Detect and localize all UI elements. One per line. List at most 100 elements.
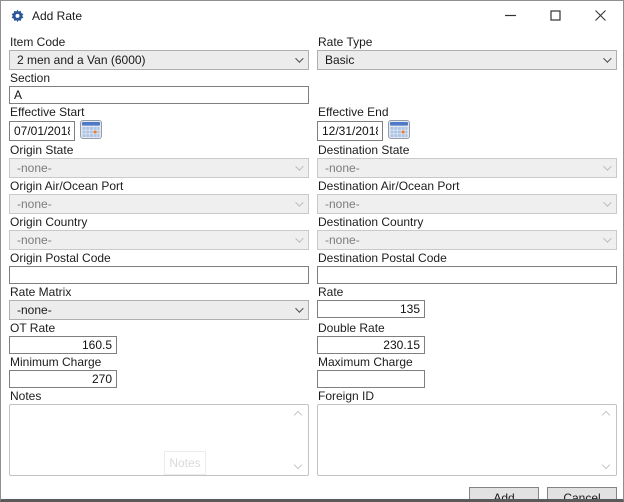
foreign-id-textarea-frame [317, 404, 617, 476]
chevron-down-icon [295, 234, 303, 242]
add-rate-dialog: Add Rate Item Code [0, 0, 624, 502]
notes-label: Notes [10, 389, 309, 403]
field-ot-rate: OT Rate [9, 320, 309, 354]
destination-state-label: Destination State [318, 143, 617, 157]
maximize-button[interactable] [533, 1, 578, 31]
chevron-down-icon [295, 162, 303, 170]
minimize-icon [505, 9, 516, 24]
effective-end-input[interactable] [317, 121, 383, 141]
scroll-down-icon[interactable] [294, 461, 302, 469]
destination-port-select: -none- [317, 194, 617, 214]
destination-postal-input[interactable] [317, 266, 617, 284]
origin-postal-label: Origin Postal Code [10, 251, 309, 265]
item-code-label: Item Code [10, 35, 309, 49]
effective-end-calendar-button[interactable] [388, 120, 410, 142]
field-origin-country: Origin Country -none- [9, 214, 309, 250]
section-input[interactable] [9, 86, 309, 104]
origin-state-label: Origin State [10, 143, 309, 157]
origin-port-select: -none- [9, 194, 309, 214]
foreign-id-label: Foreign ID [318, 389, 617, 403]
destination-state-value: -none- [325, 161, 360, 175]
field-notes: Notes [9, 388, 309, 476]
window-title: Add Rate [32, 9, 82, 23]
origin-state-value: -none- [17, 161, 52, 175]
origin-country-select: -none- [9, 230, 309, 250]
item-code-value: 2 men and a Van (6000) [17, 53, 146, 67]
chevron-down-icon [295, 198, 303, 206]
field-destination-country: Destination Country -none- [317, 214, 617, 250]
maximum-charge-input[interactable] [317, 370, 425, 388]
scroll-up-icon[interactable] [294, 411, 302, 419]
item-code-select[interactable]: 2 men and a Van (6000) [9, 50, 309, 70]
field-destination-postal: Destination Postal Code [317, 250, 617, 284]
field-foreign-id: Foreign ID [317, 388, 617, 476]
rate-input[interactable] [317, 300, 425, 318]
field-effective-end: Effective End [317, 104, 617, 142]
scroll-down-icon[interactable] [602, 461, 610, 469]
dialog-buttons: Add Cancel [317, 487, 617, 502]
double-rate-input[interactable] [317, 336, 425, 354]
ot-rate-label: OT Rate [10, 321, 309, 335]
calendar-icon [388, 120, 410, 142]
rate-type-value: Basic [325, 53, 354, 67]
rate-matrix-label: Rate Matrix [10, 285, 309, 299]
foreign-id-textarea[interactable] [318, 405, 598, 475]
add-button[interactable]: Add [469, 487, 539, 502]
origin-port-label: Origin Air/Ocean Port [10, 179, 309, 193]
chevron-down-icon [603, 198, 611, 206]
origin-postal-input[interactable] [9, 266, 309, 284]
field-origin-port: Origin Air/Ocean Port -none- [9, 178, 309, 214]
origin-state-select: -none- [9, 158, 309, 178]
chevron-down-icon [603, 162, 611, 170]
field-minimum-charge: Minimum Charge [9, 354, 309, 388]
effective-end-label: Effective End [318, 105, 617, 119]
notes-textarea-frame [9, 404, 309, 476]
titlebar: Add Rate [1, 1, 623, 31]
origin-port-value: -none- [17, 197, 52, 211]
scroll-up-icon[interactable] [602, 411, 610, 419]
destination-country-label: Destination Country [318, 215, 617, 229]
rate-matrix-value: -none- [17, 303, 52, 317]
field-section: Section [9, 70, 309, 104]
field-item-code: Item Code 2 men and a Van (6000) [9, 34, 309, 70]
gear-icon [10, 9, 25, 24]
ot-rate-input[interactable] [9, 336, 117, 354]
field-destination-port: Destination Air/Ocean Port -none- [317, 178, 617, 214]
effective-start-label: Effective Start [10, 105, 309, 119]
destination-port-value: -none- [325, 197, 360, 211]
rate-label: Rate [318, 285, 617, 299]
maximize-icon [550, 9, 561, 24]
window-controls [488, 1, 623, 31]
destination-country-value: -none- [325, 233, 360, 247]
section-label: Section [10, 71, 309, 85]
rate-matrix-select[interactable]: -none- [9, 300, 309, 320]
destination-country-select: -none- [317, 230, 617, 250]
form-grid: Item Code 2 men and a Van (6000) Rate Ty… [1, 31, 623, 502]
chevron-down-icon [603, 234, 611, 242]
field-destination-state: Destination State -none- [317, 142, 617, 178]
destination-state-select: -none- [317, 158, 617, 178]
effective-start-calendar-button[interactable] [80, 120, 102, 142]
cancel-button[interactable]: Cancel [547, 487, 617, 502]
field-origin-postal: Origin Postal Code [9, 250, 309, 284]
field-origin-state: Origin State -none- [9, 142, 309, 178]
origin-country-label: Origin Country [10, 215, 309, 229]
field-double-rate: Double Rate [317, 320, 617, 354]
effective-start-input[interactable] [9, 121, 75, 141]
field-rate: Rate [317, 284, 617, 320]
field-maximum-charge: Maximum Charge [317, 354, 617, 388]
minimum-charge-input[interactable] [9, 370, 117, 388]
chevron-down-icon [295, 304, 303, 312]
chevron-down-icon [603, 54, 611, 62]
close-icon [595, 9, 606, 24]
notes-textarea[interactable] [10, 405, 290, 475]
close-button[interactable] [578, 1, 623, 31]
destination-postal-label: Destination Postal Code [318, 251, 617, 265]
field-rate-type: Rate Type Basic [317, 34, 617, 70]
minimize-button[interactable] [488, 1, 533, 31]
chevron-down-icon [295, 54, 303, 62]
field-rate-matrix: Rate Matrix -none- [9, 284, 309, 320]
destination-port-label: Destination Air/Ocean Port [318, 179, 617, 193]
rate-type-select[interactable]: Basic [317, 50, 617, 70]
field-effective-start: Effective Start [9, 104, 309, 142]
